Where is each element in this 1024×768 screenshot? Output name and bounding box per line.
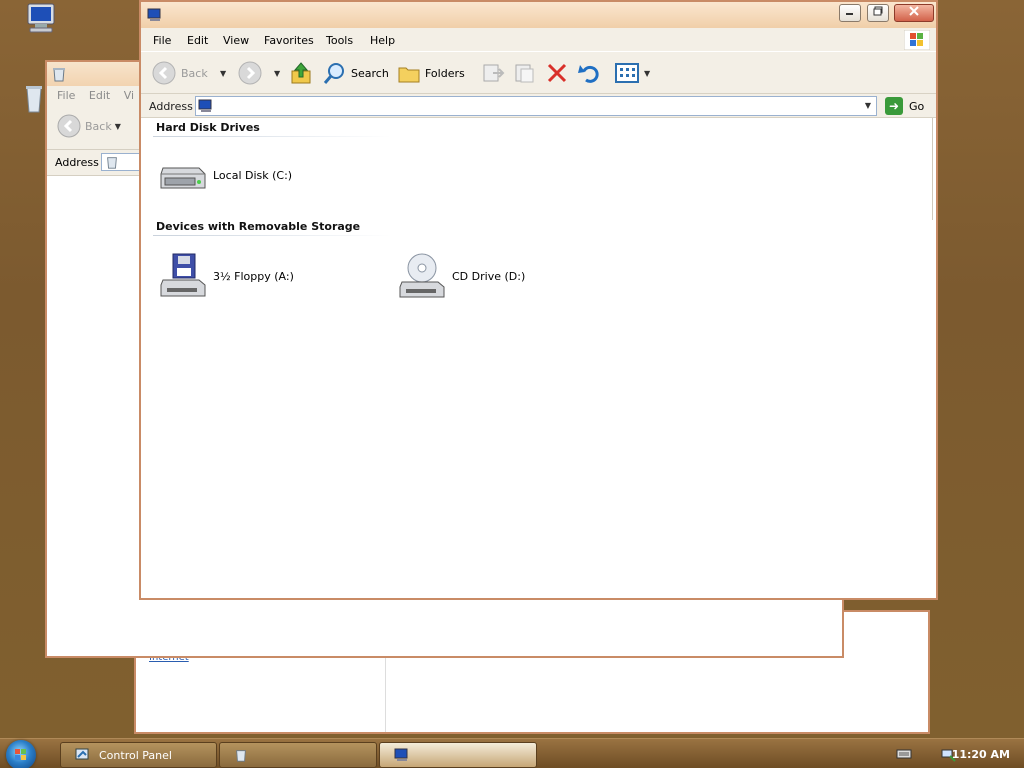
back-button[interactable]: Back: [151, 60, 208, 86]
menu-edit[interactable]: Edit: [187, 34, 208, 47]
title-bar[interactable]: [141, 2, 936, 28]
menu-tools[interactable]: Tools: [326, 34, 353, 47]
drive-label: CD Drive (D:): [452, 269, 526, 283]
minimize-icon: [846, 13, 853, 15]
clock[interactable]: 11:20 AM: [952, 748, 1010, 761]
window-edge: [932, 118, 936, 220]
address-label: Address: [55, 156, 99, 169]
maximize-button[interactable]: [866, 4, 889, 22]
close-icon: [909, 6, 919, 16]
go-label: Go: [909, 99, 925, 113]
chevron-down-icon: ▼: [274, 68, 281, 78]
my-computer-icon: [394, 748, 410, 762]
drive-floppy-a[interactable]: 3½ Floppy (A:): [159, 252, 294, 300]
move-to-icon: [483, 64, 505, 82]
back-button[interactable]: Back ▼: [57, 114, 121, 138]
folders-label: Folders: [425, 66, 465, 80]
menu-bar: File Edit View Favorites Tools Help: [141, 28, 936, 52]
taskbar-button-recycle-bin[interactable]: [219, 742, 377, 768]
address-dropdown[interactable]: ▼: [861, 98, 875, 114]
minimize-button[interactable]: [839, 4, 861, 22]
hard-drive-icon: [160, 167, 206, 189]
chevron-down-icon[interactable]: ▼: [115, 122, 121, 131]
taskbar-button-control-panel[interactable]: Control Panel: [60, 742, 217, 768]
up-folder-button[interactable]: [289, 60, 313, 86]
menu-edit[interactable]: Edit: [89, 89, 110, 102]
windows-logo-icon: [15, 749, 26, 760]
move-to-button[interactable]: [481, 60, 505, 86]
copy-to-button[interactable]: [513, 60, 537, 86]
taskbar-button-label: Control Panel: [99, 748, 172, 762]
group-header-hard-disks: Hard Disk Drives: [156, 121, 260, 134]
floppy-drive-icon: [160, 253, 206, 297]
my-computer-desktop-icon[interactable]: [20, 2, 60, 38]
address-bar: Address ▼ ➜ Go: [141, 94, 936, 118]
group-divider: [153, 235, 391, 236]
delete-button[interactable]: [545, 60, 569, 86]
folder-icon: [398, 67, 420, 83]
menu-view[interactable]: View: [223, 34, 249, 47]
back-arrow-icon: [152, 61, 176, 85]
undo-button[interactable]: [577, 60, 601, 86]
undo-icon: [578, 65, 599, 83]
go-arrow-icon: ➜: [885, 97, 903, 115]
recycle-bin-icon: [107, 157, 117, 169]
drive-local-disk-c[interactable]: Local Disk (C:): [159, 158, 292, 192]
back-label: Back: [181, 66, 208, 80]
close-button[interactable]: [894, 4, 934, 22]
recycle-bin-icon: [234, 748, 250, 762]
back-dropdown[interactable]: ▼: [217, 60, 226, 86]
menu-file[interactable]: File: [57, 89, 75, 102]
views-button[interactable]: ▼: [615, 60, 650, 86]
toolbar: Back ▼ ▼ Search Folders ▼: [141, 52, 936, 94]
address-input[interactable]: [101, 153, 141, 171]
forward-arrow-icon: [238, 61, 262, 85]
back-label: Back: [85, 119, 112, 133]
restore-icon: [873, 6, 882, 16]
views-icon: [615, 63, 639, 83]
menu-view[interactable]: Vi: [124, 89, 134, 102]
my-computer-icon: [147, 8, 163, 22]
delete-icon: [547, 63, 567, 83]
folders-button[interactable]: Folders: [397, 60, 465, 86]
search-label: Search: [351, 66, 389, 80]
address-label: Address: [149, 100, 193, 113]
my-computer-icon: [198, 99, 214, 113]
cd-drive-icon: [399, 253, 445, 298]
forward-button[interactable]: [237, 60, 263, 86]
up-folder-icon: [291, 62, 311, 84]
back-arrow-icon: [57, 114, 81, 138]
group-header-removable: Devices with Removable Storage: [156, 220, 361, 233]
copy-to-icon: [515, 64, 534, 83]
menu-favorites[interactable]: Favorites: [264, 34, 314, 47]
drive-label: Local Disk (C:): [213, 168, 293, 182]
my-computer-window: File Edit View Favorites Tools Help Back…: [139, 0, 938, 600]
taskbar: Control Panel 11:20 AM: [0, 738, 1024, 768]
drive-label: 3½ Floppy (A:): [213, 269, 294, 283]
keyboard-icon[interactable]: [896, 748, 912, 763]
menu-help[interactable]: Help: [370, 34, 395, 47]
chevron-down-icon: ▼: [220, 68, 227, 78]
search-button[interactable]: Search: [323, 60, 389, 86]
taskbar-button-my-computer[interactable]: [379, 742, 537, 768]
search-icon: [323, 63, 344, 84]
start-button[interactable]: [6, 740, 36, 768]
forward-dropdown[interactable]: ▼: [271, 60, 280, 86]
drive-cd-d[interactable]: CD Drive (D:): [398, 252, 525, 300]
group-divider: [153, 136, 391, 137]
go-button[interactable]: ➜ Go: [885, 97, 924, 115]
chevron-down-icon: ▼: [644, 68, 651, 78]
caption-buttons: [837, 4, 934, 24]
file-list: Hard Disk Drives Local Disk (C:) Devices…: [141, 118, 936, 598]
address-input[interactable]: ▼: [195, 96, 877, 116]
menu-file[interactable]: File: [153, 34, 171, 47]
control-panel-icon: [75, 748, 91, 762]
recycle-bin-icon: [51, 66, 67, 82]
windows-logo-icon: [903, 29, 931, 51]
